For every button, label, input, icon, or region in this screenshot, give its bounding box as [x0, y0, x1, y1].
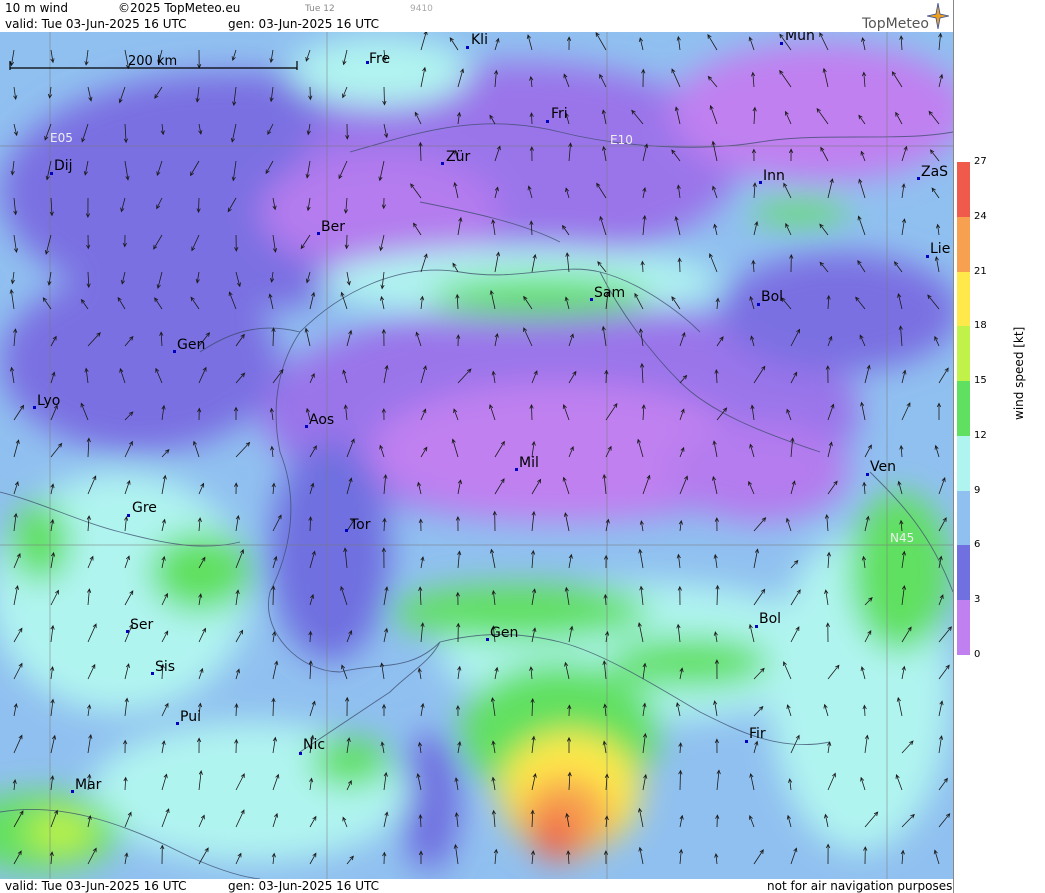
generated-time: gen: 03-Jun-2025 16 UTC — [228, 17, 380, 31]
wind-map[interactable]: 200 km E05 E10 N45 Fre Kli Mün Fri Dij Z… — [0, 32, 953, 879]
copyright: ©2025 TopMeteo.eu — [118, 1, 241, 15]
city-label: Pui — [180, 709, 201, 725]
valid-time: valid: Tue 03-Jun-2025 16 UTC — [5, 17, 187, 31]
legend-unit-label: wind speed [kt] — [1012, 326, 1026, 420]
city-label: Lyo — [37, 393, 60, 409]
city-label: ZaS — [921, 164, 948, 180]
city-label: Mar — [75, 777, 102, 793]
city-label: Gen — [490, 625, 518, 641]
legend-tick-label: 6 — [974, 539, 981, 551]
city-label: Gen — [177, 337, 205, 353]
city-label: Nic — [303, 737, 325, 753]
city-label: Fre — [369, 51, 390, 67]
color-bar-segment — [957, 490, 970, 546]
color-bar-segment — [957, 162, 970, 217]
city-label: Kli — [471, 32, 488, 48]
city-label: Ser — [130, 617, 154, 633]
grid-label-n45: N45 — [890, 531, 914, 545]
legend-tick-label: 3 — [974, 594, 981, 606]
wind-field-svg: 200 km E05 E10 N45 Fre Kli Mün Fri Dij Z… — [0, 32, 953, 879]
small-code: 9410 — [410, 4, 433, 14]
city-label: Sis — [155, 659, 175, 675]
wind-speed-legend: 27 24 21 18 15 12 9 6 3 0 wind speed [kt] — [953, 0, 1045, 893]
city-label: Fir — [749, 726, 766, 742]
color-bar-segment — [957, 600, 970, 656]
grid-label-e10: E10 — [610, 133, 633, 147]
city-label: Lie — [930, 241, 950, 257]
legend-tick-label: 18 — [974, 320, 987, 332]
color-bar-segment — [957, 326, 970, 382]
scale-label: 200 km — [128, 54, 177, 69]
city-label: Bol — [761, 289, 783, 305]
city-label: Aos — [309, 412, 334, 428]
disclaimer: not for air navigation purposes — [767, 879, 953, 893]
city-label: Dij — [54, 158, 73, 174]
city-label: Ber — [321, 219, 345, 235]
legend-tick-label: 9 — [974, 484, 981, 496]
map-footer: valid: Tue 03-Jun-2025 16 UTC gen: 03-Ju… — [0, 879, 953, 893]
footer-valid-time: valid: Tue 03-Jun-2025 16 UTC — [5, 879, 187, 893]
footer-generated-time: gen: 03-Jun-2025 16 UTC — [228, 879, 380, 893]
small-time: Tue 12 — [305, 4, 335, 14]
city-label: Inn — [763, 168, 785, 184]
legend-tick-label: 12 — [974, 429, 987, 441]
map-header: 10 m wind ©2025 TopMeteo.eu Tue 12 9410 … — [0, 0, 953, 32]
city-label: Mil — [519, 455, 539, 471]
legend-tick-label: 0 — [974, 649, 981, 660]
color-bar-segment — [957, 545, 970, 601]
city-label: Bol — [759, 611, 781, 627]
grid-label-e05: E05 — [50, 131, 73, 145]
color-bar-segment — [957, 216, 970, 272]
legend-tick-label: 21 — [974, 265, 987, 277]
legend-tick-label: 27 — [974, 156, 987, 167]
product-title: 10 m wind — [5, 1, 68, 15]
city-label: Ven — [870, 459, 896, 475]
city-label: Sam — [594, 285, 625, 301]
color-bar-segment — [957, 381, 970, 437]
city-label: Zür — [446, 149, 470, 165]
city-label: Gre — [132, 500, 157, 516]
brand-logo-text: TopMeteo — [862, 16, 929, 32]
compass-logo-icon — [927, 3, 949, 29]
city-label: Tor — [349, 517, 371, 533]
color-bar-segment — [957, 435, 970, 491]
city-label: Fri — [551, 106, 568, 122]
city-label: Mün — [785, 32, 815, 44]
color-bar-segment — [957, 271, 970, 327]
legend-tick-label: 24 — [974, 210, 987, 222]
legend-tick-label: 15 — [974, 375, 987, 387]
